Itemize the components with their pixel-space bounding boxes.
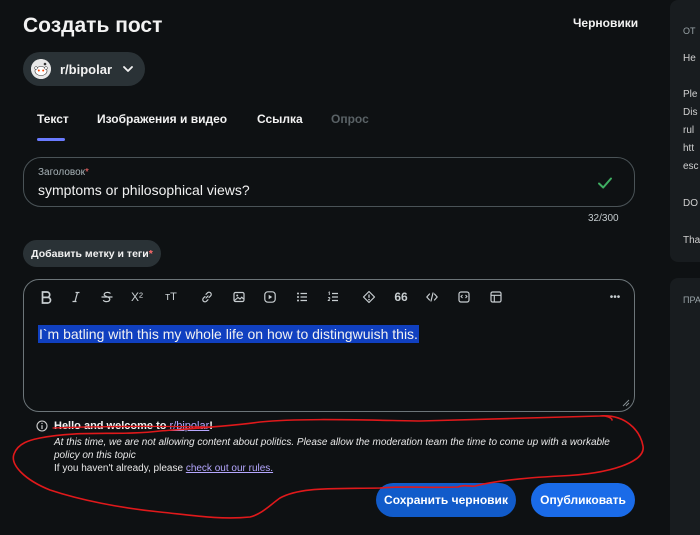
spoiler-icon[interactable] xyxy=(361,289,377,305)
publish-button[interactable]: Опубликовать xyxy=(531,483,635,517)
rules-prefix: If you haven't already, please xyxy=(54,463,186,474)
welcome-line: Hello and welcome to r/bipolar ! xyxy=(36,420,636,432)
right-panel-line: rul xyxy=(683,125,695,136)
table-icon[interactable] xyxy=(488,289,504,305)
right-panel-line: Ple xyxy=(683,89,698,100)
bullet-list-icon[interactable] xyxy=(294,289,310,305)
tab-poll: Опрос xyxy=(331,112,369,126)
checkmark-icon xyxy=(598,177,612,189)
title-field[interactable]: Заголовок* symptoms or philosophical vie… xyxy=(23,157,635,207)
video-icon[interactable] xyxy=(262,289,278,305)
info-icon xyxy=(36,420,48,432)
italic-icon[interactable] xyxy=(68,289,84,305)
right-sidebar-rules-card: ОТ He Ple Dis rul htt esc DO Tha xyxy=(670,0,700,262)
strikethrough-icon[interactable] xyxy=(99,289,115,305)
community-name: r/bipolar xyxy=(60,61,113,77)
community-selector[interactable]: r/bipolar xyxy=(23,52,145,86)
editor-toolbar: X² тТ 66 ••• xyxy=(24,280,634,314)
community-avatar xyxy=(31,59,51,79)
right-panel-line: DO xyxy=(683,198,698,209)
right-panel-line: htt xyxy=(683,143,695,154)
editor-body-text[interactable]: I`m batling with this my whole life on h… xyxy=(38,325,419,343)
right-panel-heading: ПРА xyxy=(683,295,700,305)
body-editor[interactable]: X² тТ 66 ••• I`m batling with this my wh… xyxy=(23,279,635,412)
link-icon[interactable] xyxy=(199,289,215,305)
drafts-link[interactable]: Черновики xyxy=(573,16,638,30)
tab-text[interactable]: Текст xyxy=(37,112,69,126)
subreddit-link[interactable]: r/bipolar xyxy=(170,420,210,432)
subreddit-rules-notice: Hello and welcome to r/bipolar ! At this… xyxy=(36,420,636,475)
right-panel-line: esc xyxy=(683,161,699,172)
tab-images-video[interactable]: Изображения и видео xyxy=(97,112,227,126)
right-panel-line: Dis xyxy=(683,107,698,118)
right-panel-heading: ОТ xyxy=(683,26,696,36)
numbered-list-icon[interactable] xyxy=(325,289,341,305)
more-icon[interactable]: ••• xyxy=(604,289,626,305)
right-sidebar-second-card: ПРА xyxy=(670,278,700,535)
code-block-icon[interactable] xyxy=(456,289,472,305)
chevron-down-icon xyxy=(123,66,133,72)
add-flair-tags-button[interactable]: Добавить метку и теги * xyxy=(23,240,161,267)
politics-notice: At this time, we are not allowing conten… xyxy=(54,437,610,461)
rules-link[interactable]: check out our rules. xyxy=(186,463,273,474)
tab-text-underline xyxy=(37,138,65,141)
welcome-suffix: ! xyxy=(209,420,213,432)
heading-icon[interactable]: тТ xyxy=(163,289,179,305)
rules-line: If you haven't already, please check out… xyxy=(54,462,636,475)
save-draft-button[interactable]: Сохранить черновик xyxy=(376,483,516,517)
right-panel-line: He xyxy=(683,53,696,64)
resize-grip-icon[interactable] xyxy=(622,399,630,407)
title-field-label: Заголовок* xyxy=(38,167,89,178)
title-field-value[interactable]: symptoms or philosophical views? xyxy=(38,182,250,198)
quote-icon[interactable]: 66 xyxy=(393,289,409,305)
code-icon[interactable] xyxy=(424,289,440,305)
tab-link[interactable]: Ссылка xyxy=(257,112,303,126)
right-panel-line: Tha xyxy=(683,235,700,246)
superscript-icon[interactable]: X² xyxy=(129,289,145,305)
page-title: Создать пост xyxy=(23,14,163,37)
bold-icon[interactable] xyxy=(38,289,54,305)
reddit-snoo-icon xyxy=(31,59,51,79)
title-char-count: 32/300 xyxy=(588,213,619,224)
image-icon[interactable] xyxy=(231,289,247,305)
welcome-text: Hello and welcome to xyxy=(54,420,170,432)
